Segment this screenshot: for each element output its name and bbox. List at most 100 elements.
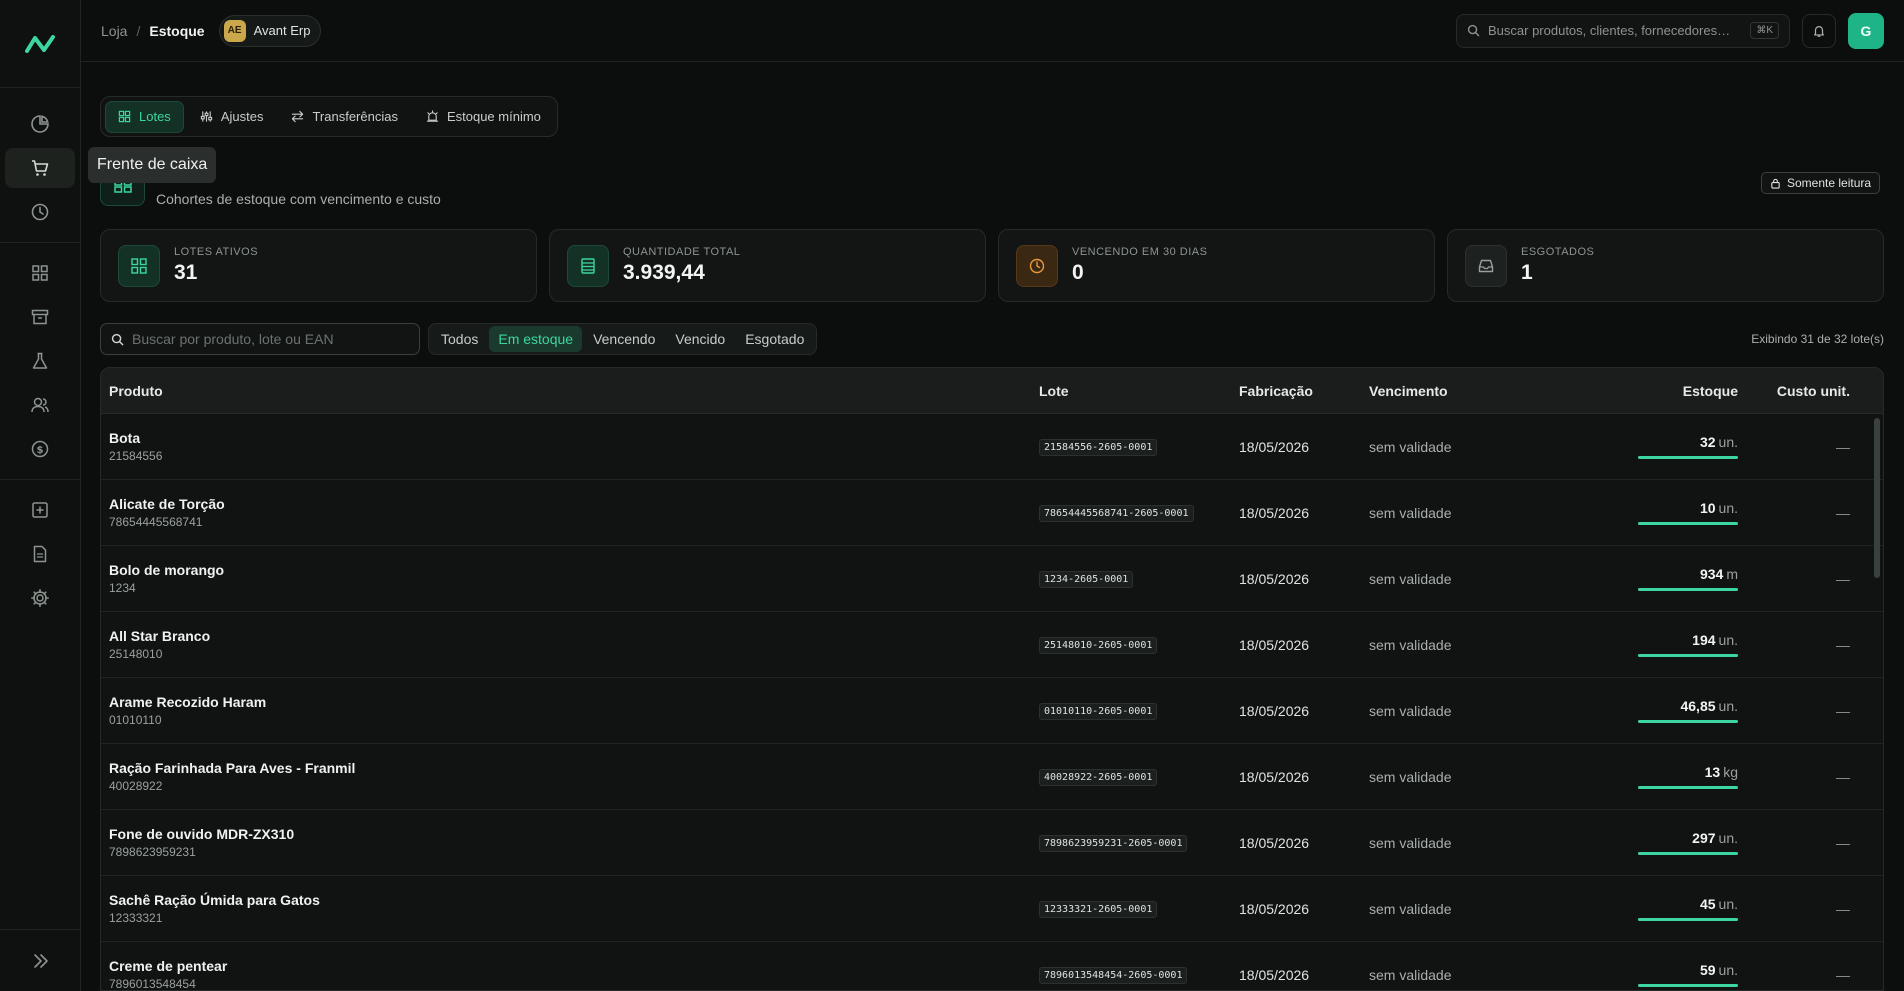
nav-production[interactable] [5,341,75,381]
column-header-produto[interactable]: Produto [101,383,1031,399]
user-avatar[interactable]: G [1848,12,1884,49]
column-header-custo[interactable]: Custo unit. [1746,383,1874,399]
lot-code: 40028922-2605-0001 [1039,769,1158,786]
nav-finance[interactable]: $ [5,429,75,469]
stock-cell: 297 un. [1621,830,1746,855]
product-code: 7896013548454 [109,977,196,991]
stat-label: VENCENDO EM 30 DIAS [1072,246,1208,258]
unit-cost: — [1836,834,1850,851]
nav-catalog[interactable] [5,253,75,293]
breadcrumb-root[interactable]: Loja [101,23,127,39]
manufacture-date: 18/05/2026 [1239,768,1310,785]
stat-value: 0 [1072,261,1084,284]
table-header: Produto Lote Fabricação Vencimento Estoq… [101,368,1883,414]
filter-vencido[interactable]: Vencido [666,326,734,352]
stat-card-out-of-stock: ESGOTADOS 1 [1447,229,1884,302]
product-cell: Arame Recozido Haram 01010110 [101,694,1031,727]
stock-quantity: 10 [1699,500,1716,516]
table-row[interactable]: Sachê Ração Úmida para Gatos 12333321 12… [101,876,1883,942]
manufacture-date: 18/05/2026 [1239,504,1310,521]
product-cell: Bota 21584556 [101,430,1031,463]
table-row[interactable]: Bota 21584556 21584556-2605-0001 18/05/2… [101,414,1883,480]
tab-transferencias[interactable]: Transferências [279,101,410,133]
filter-vencendo[interactable]: Vencendo [584,326,664,352]
lot-cell: 7896013548454-2605-0001 [1031,965,1231,984]
sidebar-collapse-button[interactable] [0,929,81,991]
tab-ajustes[interactable]: Ajustes [188,101,276,133]
lots-table: Produto Lote Fabricação Vencimento Estoq… [100,367,1884,991]
org-avatar: AE [223,19,246,42]
lot-cell: 12333321-2605-0001 [1031,899,1231,918]
tab-label: Transferências [312,109,398,124]
table-row[interactable]: Fone de ouvido MDR-ZX310 7898623959231 7… [101,810,1883,876]
nav-inventory[interactable] [5,297,75,337]
arrows-icon [292,110,304,123]
tab-label: Lotes [139,109,171,124]
product-cell: Bolo de morango 1234 [101,562,1031,595]
column-header-estoque[interactable]: Estoque [1621,383,1746,399]
sidebar: $ [0,0,81,991]
filter-todos[interactable]: Todos [432,326,487,352]
manufacture-date: 18/05/2026 [1239,636,1310,653]
clock-icon [1029,258,1045,273]
product-name: Fone de ouvido MDR-ZX310 [109,826,295,842]
app-logo[interactable] [0,0,80,88]
stock-level-bar [1638,522,1738,525]
global-search-placeholder: Buscar produtos, clientes, fornecedores… [1488,23,1731,38]
column-header-lote[interactable]: Lote [1031,383,1231,399]
product-code: 21584556 [109,449,163,463]
column-header-fabricacao[interactable]: Fabricação [1231,383,1361,399]
table-scrollbar[interactable] [1874,418,1880,578]
stock-level-bar [1638,852,1738,855]
stock-level-bar [1638,984,1738,987]
dollar-icon: $ [31,440,49,458]
expiry-date: sem validade [1369,834,1452,851]
tab-lotes[interactable]: Lotes [105,100,184,133]
stock-unit: un. [1718,896,1738,912]
table-row[interactable]: Arame Recozido Haram 01010110 01010110-2… [101,678,1883,744]
stat-card-active-lots: LOTES ATIVOS 31 [100,229,537,302]
product-cell: Creme de pentear 7896013548454 [101,958,1031,991]
filter-esgotado[interactable]: Esgotado [736,326,813,352]
notifications-button[interactable] [1802,13,1836,48]
table-row[interactable]: All Star Branco 25148010 25148010-2605-0… [101,612,1883,678]
stats-row: LOTES ATIVOS 31 QUANTIDADE TOTAL 3.939,4… [100,229,1884,302]
tab-label: Estoque mínimo [446,109,541,124]
stock-quantity: 45 [1699,896,1716,912]
lot-code: 7898623959231-2605-0001 [1039,835,1188,852]
expiry-date: sem validade [1369,768,1452,785]
lot-search-input[interactable]: Buscar por produto, lote ou EAN [100,323,420,355]
nav-customers[interactable] [5,385,75,425]
nav-pos[interactable] [5,148,75,188]
nav-reports[interactable] [5,534,75,574]
stock-unit: un. [1718,830,1738,846]
grid-icon [131,257,147,274]
tab-estoque-minimo[interactable]: Estoque mínimo [414,101,553,133]
stock-cell: 45 un. [1621,896,1746,921]
stock-cell: 10 un. [1621,500,1746,525]
stock-unit: un. [1718,434,1738,450]
table-row[interactable]: Ração Farinhada Para Aves - Franmil 4002… [101,744,1883,810]
nav-history[interactable] [5,192,75,232]
nav-settings[interactable] [5,578,75,618]
nav-divider [0,479,80,480]
table-row[interactable]: Bolo de morango 1234 1234-2605-0001 18/0… [101,546,1883,612]
org-switcher[interactable]: AE Avant Erp [218,14,322,47]
lot-code: 25148010-2605-0001 [1039,637,1158,654]
stock-quantity: 32 [1699,434,1716,450]
column-header-vencimento[interactable]: Vencimento [1361,383,1621,399]
readonly-badge: Somente leitura [1761,172,1881,194]
stock-level-bar [1638,720,1738,723]
stock-cell: 59 un. [1621,962,1746,987]
global-search-input[interactable]: Buscar produtos, clientes, fornecedores…… [1456,13,1790,48]
stat-value: 3.939,44 [623,261,705,284]
manufacture-date: 18/05/2026 [1239,834,1310,851]
nav-new[interactable] [5,490,75,530]
filter-em-estoque[interactable]: Em estoque [489,326,583,352]
breadcrumb: Loja / Estoque [101,23,205,39]
table-row[interactable]: Creme de pentear 7896013548454 789601354… [101,942,1883,991]
expiry-date: sem validade [1369,438,1452,455]
tab-label: Ajustes [220,109,264,124]
table-row[interactable]: Alicate de Torção 78654445568741 7865444… [101,480,1883,546]
nav-dashboard[interactable] [5,104,75,144]
